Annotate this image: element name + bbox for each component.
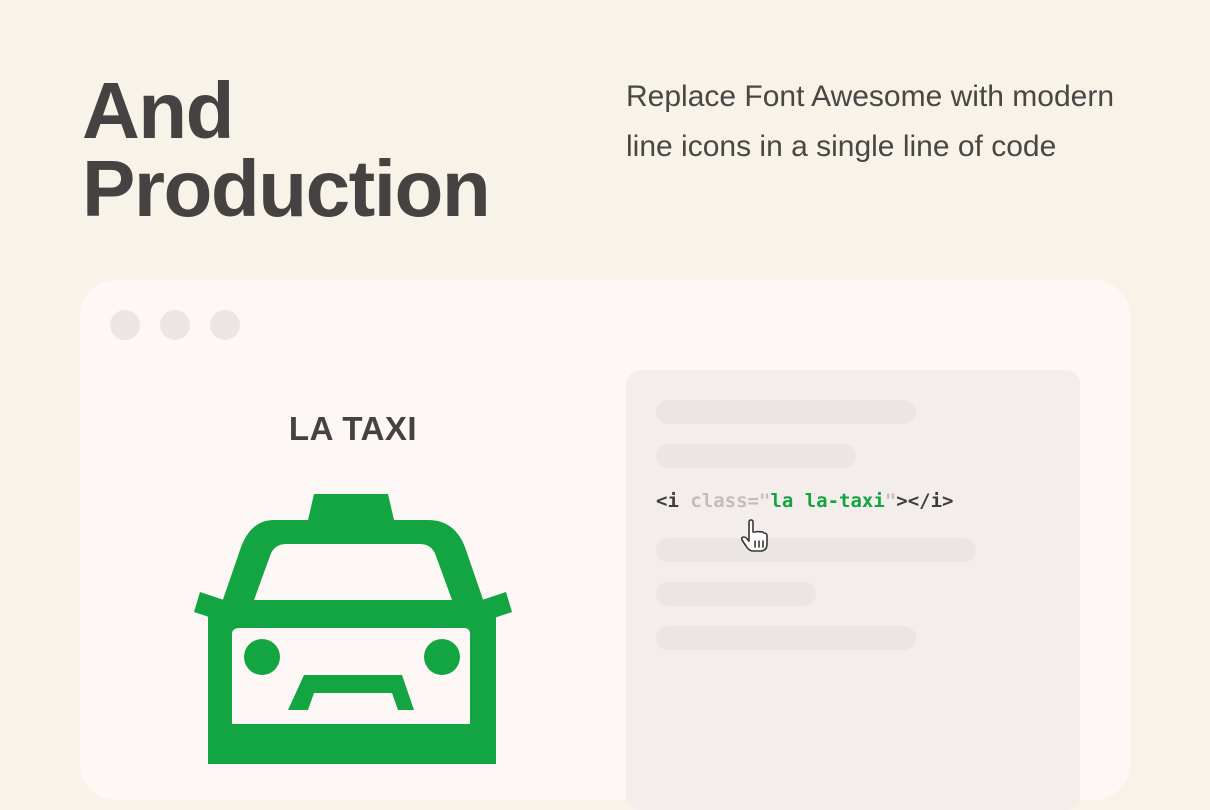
icon-preview-label: LA TAXI	[288, 410, 418, 447]
code-open-tag: <i	[656, 490, 691, 512]
code-quote: "	[884, 490, 897, 512]
code-attr-name: class=	[690, 490, 759, 512]
code-quote: "	[758, 490, 771, 512]
placeholder-line	[656, 626, 916, 650]
window-control-dot[interactable]	[210, 310, 240, 340]
placeholder-line	[656, 444, 856, 468]
hand-pointer-icon	[740, 519, 768, 552]
page-title-line-2: Production	[82, 144, 491, 233]
window-control-dot[interactable]	[110, 310, 140, 340]
placeholder-line	[656, 582, 816, 606]
browser-window: LA TAXI <i class="la la-taxi"></i>	[80, 280, 1130, 810]
page-description: Replace Font Awesome with modern line ic…	[626, 80, 1115, 163]
code-attr-value: la la-taxi	[770, 490, 885, 512]
code-close-tag: ></i>	[896, 490, 954, 512]
page-title-line-1: And	[82, 66, 235, 155]
placeholder-line	[656, 538, 976, 562]
page-title: And Production	[82, 66, 491, 233]
window-control-dot[interactable]	[160, 310, 190, 340]
placeholder-line	[656, 400, 916, 424]
code-snippet[interactable]: <i class="la la-taxi"></i>	[656, 490, 953, 512]
code-snippet-panel: <i class="la la-taxi"></i>	[626, 370, 1080, 810]
taxi-icon	[194, 494, 512, 764]
